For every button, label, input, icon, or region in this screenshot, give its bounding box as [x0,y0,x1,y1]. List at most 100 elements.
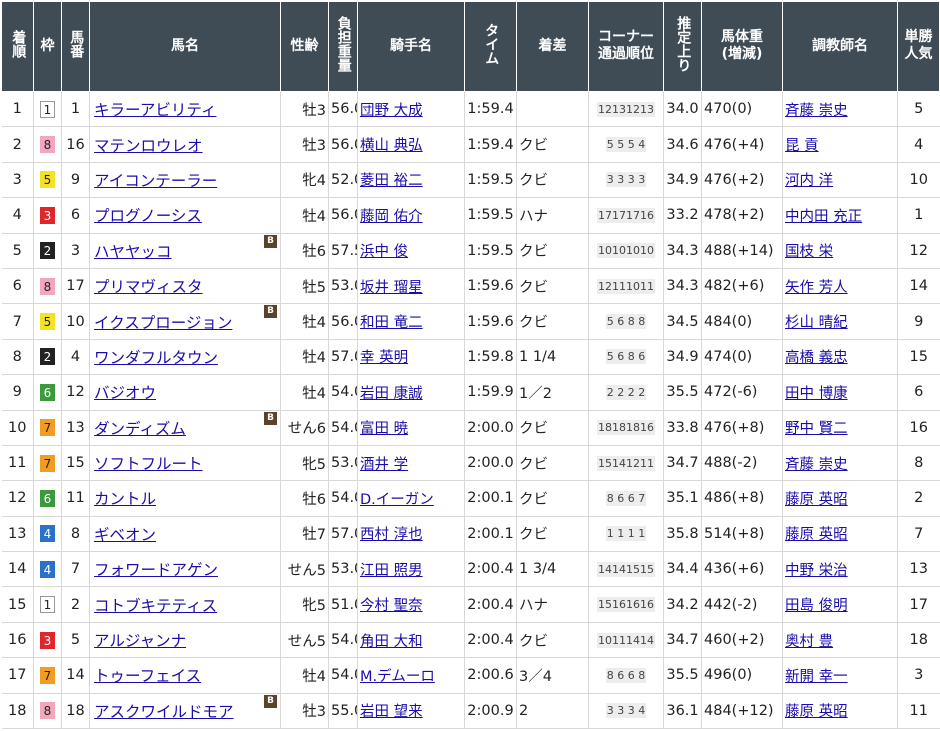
jockey-link[interactable]: 藤岡 佑介 [360,209,423,225]
bodyweight-cell: 460(+2) [701,622,783,659]
horse-name-link[interactable]: アスクワイルドモア [94,703,234,721]
horse-name-link[interactable]: フォワードアゲン [94,561,218,579]
jockey-link[interactable]: 団野 大成 [360,103,423,119]
trainer-link[interactable]: 中内田 充正 [785,209,862,225]
horse-name-link[interactable]: ワンダフルタウン [94,349,218,367]
table-row: 17 7 14トゥーフェイス 牡454.0M.デムーロ 2:00.63／4 8 6 6 8… [1,657,940,694]
table-row: 523ハヤヤッコ B牡657.5浜中 俊 1:59.5クビ 10101010 34.34… [1,233,940,269]
time-cell: 2:00.4 [464,586,517,623]
horse-name-link[interactable]: プログノーシス [94,207,202,225]
jockey-link[interactable]: 幸 英明 [360,350,408,366]
weight-cell: 51.0 [328,586,358,623]
last3f-cell: 34.7 [663,445,702,482]
horse-name-link[interactable]: カントル [94,490,156,508]
horse-name-link[interactable]: バジオウ [94,384,156,402]
trainer-link[interactable]: 河内 洋 [785,173,833,189]
margin-cell: クビ [516,445,589,482]
jockey-link[interactable]: 坂井 瑠星 [360,280,423,296]
waku-cell: 2 [33,233,62,269]
trainer-link[interactable]: 斉藤 崇史 [785,457,848,473]
jockey-link[interactable]: 江田 照男 [360,563,423,579]
jockey-link[interactable]: 横山 典弘 [360,138,423,154]
corner-cell: 10101010 [588,233,664,269]
corner-positions: 17171716 [597,207,655,223]
horse-name-link[interactable]: アイコンテーラー [94,172,217,190]
trainer-link[interactable]: 野中 賢二 [785,421,848,437]
horse-name-link[interactable]: ハヤヤッコ [94,243,172,261]
last3f-cell: 35.1 [663,480,702,517]
horse-name-link[interactable]: トゥーフェイス [94,667,201,685]
trainer-link[interactable]: 藤原 英昭 [785,704,848,720]
jockey-cell: 岩田 康誠 [357,374,465,411]
trainer-link[interactable]: 藤原 英昭 [785,527,848,543]
waku-badge: 7 [40,454,55,472]
trainer-link[interactable]: 矢作 芳人 [785,280,848,296]
trainer-link[interactable]: 藤原 英昭 [785,492,848,508]
waku-badge: 4 [40,560,55,578]
last3f-cell: 34.9 [663,162,702,199]
corner-positions: 15161616 [597,597,655,613]
jockey-link[interactable]: M.デムーロ [360,669,435,685]
trainer-cell: 中内田 充正 [782,197,898,234]
jockey-link[interactable]: 富田 暁 [360,421,408,437]
header-umaban: 馬番 [61,1,90,92]
jockey-link[interactable]: 西村 淳也 [360,527,423,543]
jockey-link[interactable]: 酒井 学 [360,457,408,473]
horse-name-link[interactable]: キラーアビリティ [94,101,216,119]
weight-cell: 54.0 [328,410,358,446]
horse-name-link[interactable]: イクスプロージョン [94,314,232,332]
trainer-link[interactable]: 国枝 栄 [785,244,833,260]
trainer-link[interactable]: 斉藤 崇史 [785,103,848,119]
jockey-cell: 富田 暁 [357,410,465,446]
time-cell: 2:00.6 [464,657,517,694]
jockey-link[interactable]: 角田 大和 [360,634,423,650]
jockey-link[interactable]: 菱田 裕二 [360,173,423,189]
umaban-cell: 8 [61,516,90,553]
horse-name-link[interactable]: ソフトフルート [94,455,203,473]
time-cell: 2:00.4 [464,551,517,588]
weight-cell: 54.0 [328,480,358,517]
jockey-link[interactable]: 和田 竜二 [360,315,423,331]
corner-cell: 3 3 3 3 [588,162,664,199]
last3f-cell: 34.0 [663,91,702,128]
bodyweight-cell: 482(+6) [701,268,783,305]
place-cell: 3 [1,162,34,199]
horse-name-link[interactable]: アルジャンナ [94,632,186,650]
time-cell: 2:00.1 [464,480,517,517]
waku-badge: 2 [40,242,55,260]
trainer-link[interactable]: 新開 幸一 [785,669,848,685]
horse-name-link[interactable]: マテンロウレオ [94,137,203,155]
margin-cell: クビ [516,410,589,446]
place-cell: 4 [1,197,34,234]
time-cell: 1:59.4 [464,91,517,128]
table-row: 12 6 11カントル 牡654.0D.イーガン 2:00.1クビ 8 6 6 7 35.1… [1,480,940,517]
trainer-link[interactable]: 杉山 晴紀 [785,315,848,331]
jockey-link[interactable]: 岩田 康誠 [360,386,423,402]
waku-cell: 8 [33,693,62,730]
trainer-link[interactable]: 高橋 義忠 [785,350,848,366]
jockey-cell: 藤岡 佑介 [357,197,465,234]
horse-name-link[interactable]: プリマヴィスタ [94,278,203,296]
trainer-link[interactable]: 中野 栄治 [785,563,848,579]
horse-name-link[interactable]: ギベオン [94,526,156,544]
corner-positions: 12131213 [597,101,655,117]
jockey-link[interactable]: 岩田 望来 [360,704,423,720]
horse-name-link[interactable]: コトブキテティス [94,597,217,615]
time-cell: 1:59.8 [464,339,517,376]
trainer-link[interactable]: 田島 俊明 [785,598,848,614]
trainer-link[interactable]: 昆 貢 [785,138,819,154]
table-row: 824ワンダフルタウン 牡457.0幸 英明 1:59.81 1/4 5 6 8 6 3… [1,339,940,376]
trainer-link[interactable]: 田中 博康 [785,386,848,402]
corner-cell: 10111414 [588,622,664,659]
horse-name-cell: コトブキテティス [89,586,281,623]
jockey-link[interactable]: D.イーガン [360,492,434,508]
jockey-link[interactable]: 浜中 俊 [360,244,408,260]
popularity-cell: 17 [897,586,940,623]
waku-badge: 3 [40,631,55,649]
waku-badge: 1 [40,596,55,614]
corner-positions: 15141211 [597,455,655,471]
jockey-link[interactable]: 今村 聖奈 [360,598,423,614]
horse-name-link[interactable]: ダンディズム [94,420,186,438]
waku-cell: 6 [33,480,62,517]
trainer-link[interactable]: 奥村 豊 [785,634,833,650]
